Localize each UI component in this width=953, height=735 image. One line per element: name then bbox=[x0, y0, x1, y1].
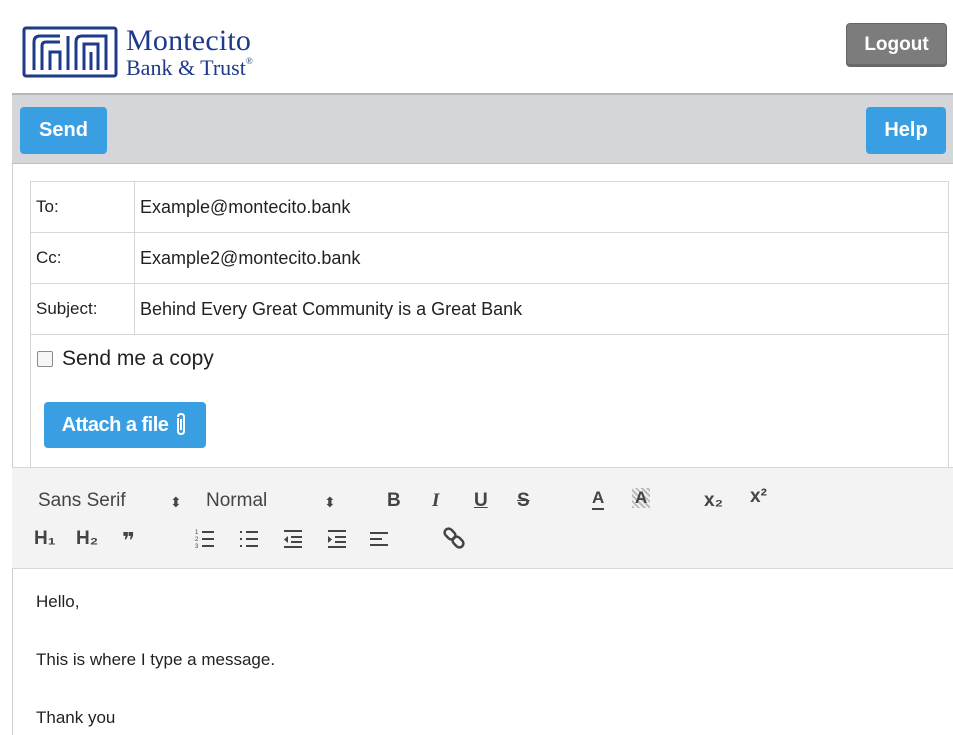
logout-button[interactable]: Logout bbox=[846, 23, 947, 67]
bullet-list-icon[interactable] bbox=[238, 528, 260, 550]
message-line: Hello, bbox=[36, 592, 80, 611]
send-copy-label[interactable]: Send me a copy bbox=[62, 347, 214, 371]
send-copy-option[interactable]: Send me a copy bbox=[37, 347, 214, 371]
outdent-icon[interactable] bbox=[282, 528, 304, 550]
size-arrows-icon[interactable]: ⬍ bbox=[324, 494, 336, 511]
send-button[interactable]: Send bbox=[20, 107, 107, 154]
ordered-list-icon[interactable]: 123 bbox=[194, 528, 216, 550]
brand-line2: Bank & Trust® bbox=[126, 54, 253, 80]
align-icon[interactable] bbox=[368, 528, 390, 550]
background-color-icon[interactable]: A bbox=[632, 488, 651, 508]
font-family-value: Sans Serif bbox=[38, 490, 126, 511]
svg-text:3: 3 bbox=[195, 544, 199, 550]
header2-icon[interactable]: H₂ bbox=[76, 528, 98, 550]
bank-logo-icon bbox=[22, 26, 118, 78]
cc-field[interactable]: Example2@montecito.bank bbox=[135, 233, 948, 283]
svg-text:2: 2 bbox=[195, 537, 199, 543]
compose-form: To: Example@montecito.bank Cc: Example2@… bbox=[30, 181, 949, 470]
brand-line1: Montecito bbox=[126, 23, 252, 57]
brand-name: Montecito Bank & Trust® bbox=[126, 23, 253, 80]
blockquote-icon[interactable]: ❞ bbox=[122, 528, 135, 554]
indent-icon[interactable] bbox=[326, 528, 348, 550]
subject-row: Subject: Behind Every Great Community is… bbox=[31, 284, 948, 335]
superscript-icon[interactable]: x² bbox=[750, 486, 767, 508]
text-color-icon[interactable]: A bbox=[592, 488, 605, 510]
subject-label: Subject: bbox=[31, 284, 135, 334]
to-row: To: Example@montecito.bank bbox=[31, 182, 948, 233]
cc-label: Cc: bbox=[31, 233, 135, 283]
registered-mark: ® bbox=[245, 55, 253, 66]
editor-toolbar: Sans Serif ⬍ Normal ⬍ B I U S A A x₂ x² … bbox=[12, 467, 953, 569]
header1-icon[interactable]: H₁ bbox=[34, 528, 56, 550]
help-button[interactable]: Help bbox=[866, 107, 946, 154]
italic-icon[interactable]: I bbox=[432, 490, 439, 512]
action-toolbar: Send Help bbox=[12, 93, 953, 164]
bold-icon[interactable]: B bbox=[387, 490, 401, 512]
font-family-arrows-icon[interactable]: ⬍ bbox=[170, 494, 182, 511]
font-family-picker[interactable]: Sans Serif bbox=[38, 490, 126, 512]
size-value: Normal bbox=[206, 490, 268, 511]
message-line: Thank you bbox=[36, 708, 116, 727]
subject-field[interactable]: Behind Every Great Community is a Great … bbox=[135, 284, 948, 334]
attach-file-button[interactable]: Attach a file bbox=[44, 402, 206, 448]
strike-icon[interactable]: S bbox=[517, 490, 530, 512]
brand-line2-text: Bank & Trust bbox=[126, 54, 246, 80]
options-area: Send me a copy Attach a file bbox=[31, 335, 948, 469]
send-copy-checkbox[interactable] bbox=[37, 351, 53, 367]
message-body[interactable]: Hello, This is where I type a message. T… bbox=[36, 592, 275, 735]
message-line: This is where I type a message. bbox=[36, 650, 276, 669]
to-field[interactable]: Example@montecito.bank bbox=[135, 182, 948, 232]
cc-row: Cc: Example2@montecito.bank bbox=[31, 233, 948, 284]
size-picker[interactable]: Normal bbox=[206, 490, 267, 512]
logo: Montecito Bank & Trust® bbox=[20, 22, 253, 82]
attach-file-label: Attach a file bbox=[61, 413, 169, 436]
underline-icon[interactable]: U bbox=[474, 490, 488, 512]
paperclip-icon bbox=[174, 412, 188, 438]
subscript-icon[interactable]: x₂ bbox=[704, 490, 723, 512]
svg-text:1: 1 bbox=[195, 530, 199, 536]
link-icon[interactable] bbox=[442, 526, 466, 550]
header: Montecito Bank & Trust® Logout bbox=[12, 0, 953, 93]
to-label: To: bbox=[31, 182, 135, 232]
